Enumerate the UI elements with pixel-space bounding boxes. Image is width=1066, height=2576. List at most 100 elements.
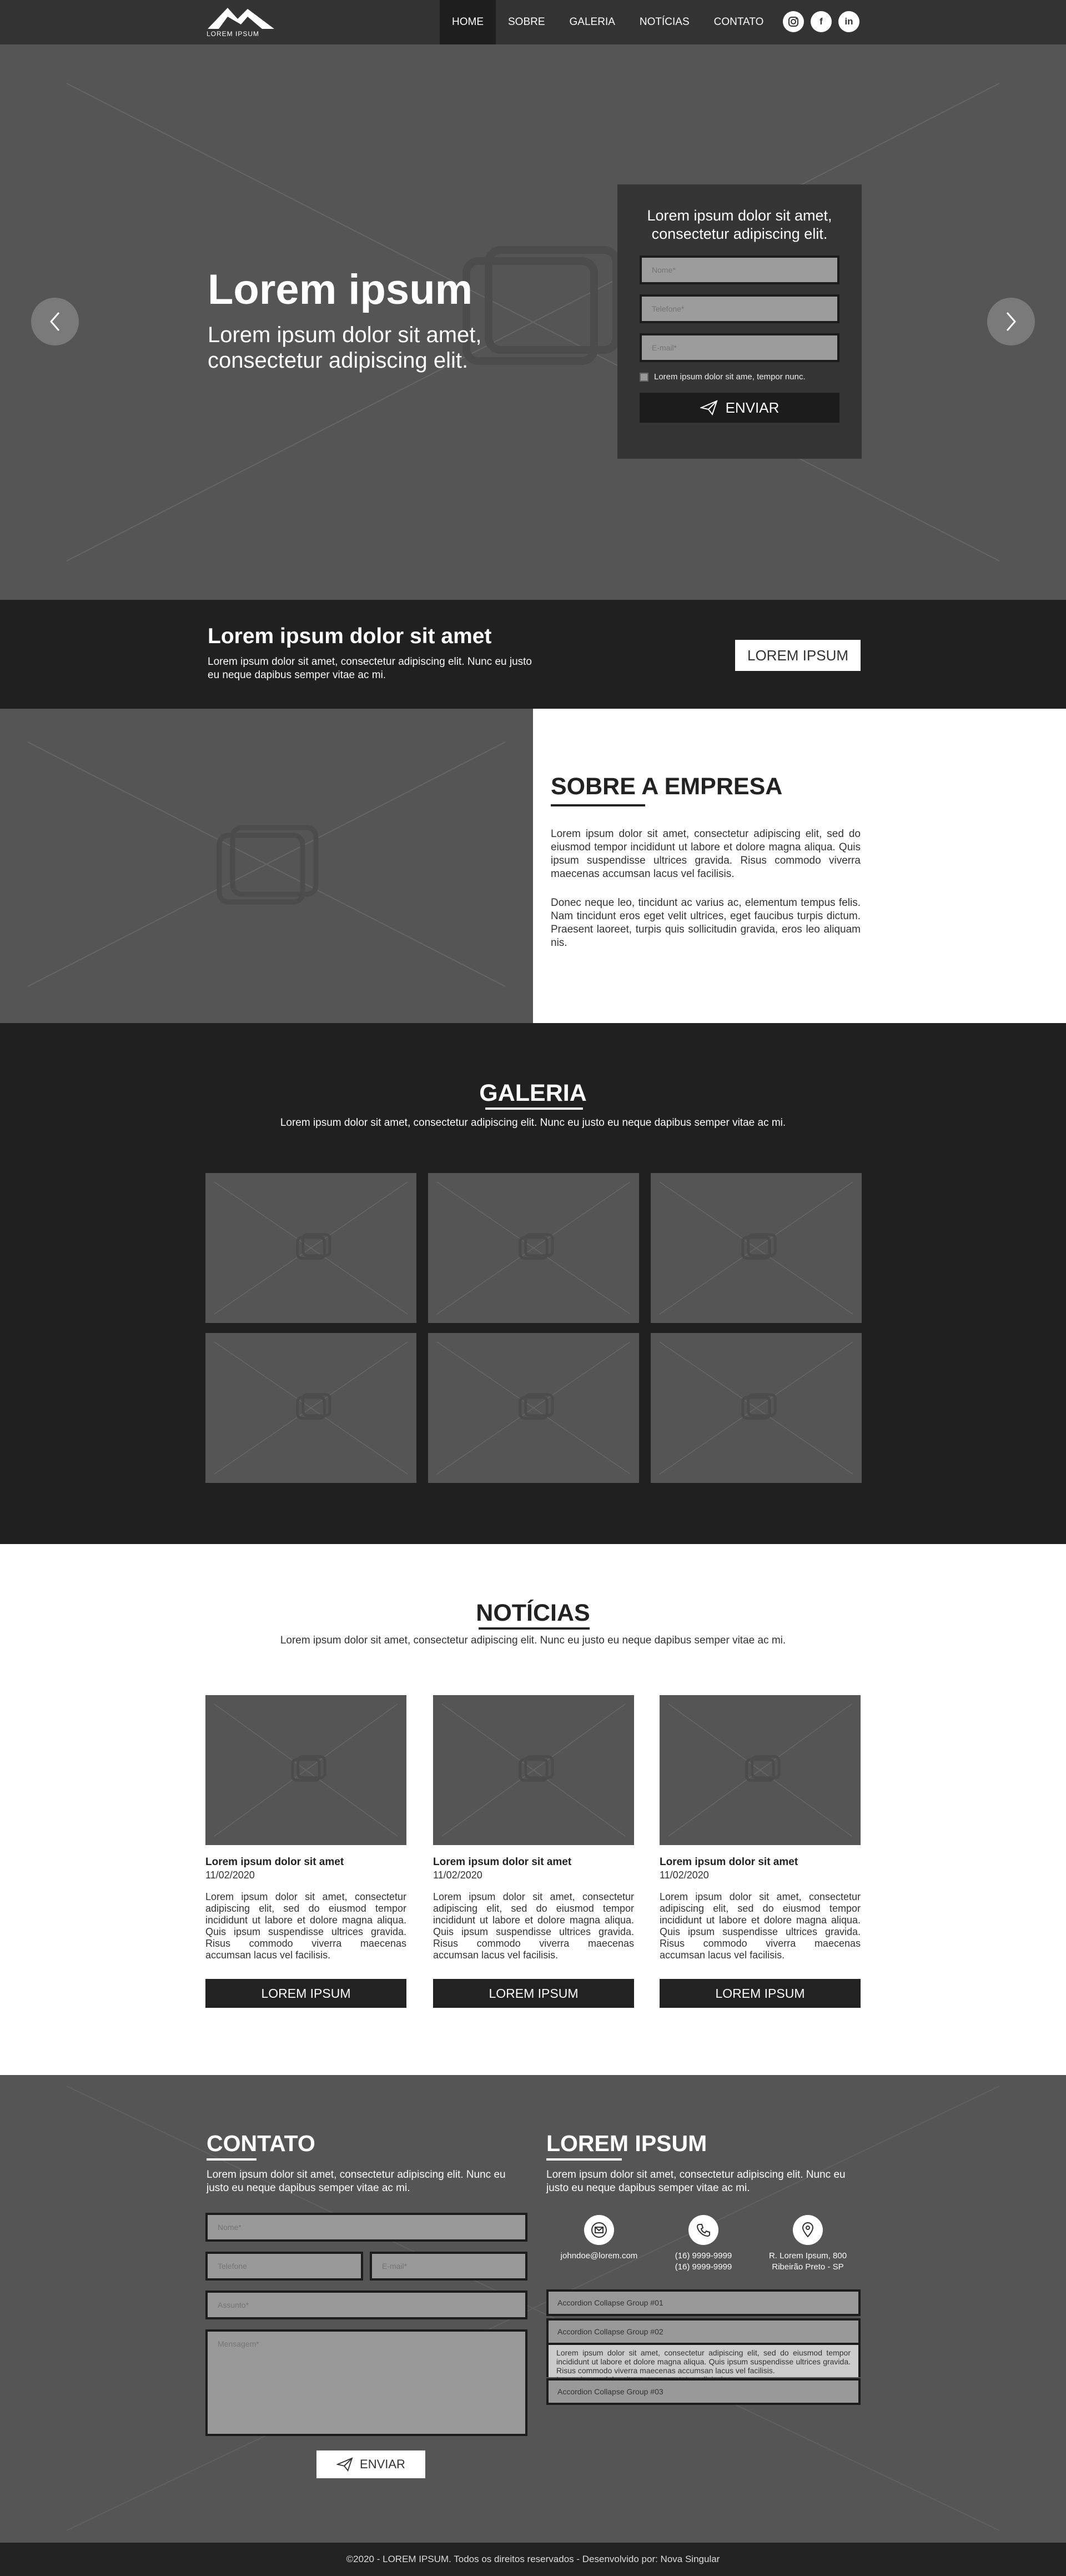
cta-bar: Lorem ipsum dolor sit amet Lorem ipsum d…	[0, 600, 1066, 709]
nav-sobre[interactable]: SOBRE	[496, 0, 557, 44]
contact-title-underline	[207, 2158, 257, 2161]
cta-button[interactable]: LOREM IPSUM	[735, 640, 861, 671]
news-card-title: Lorem ipsum dolor sit amet	[660, 1856, 798, 1868]
phone-icon	[688, 2215, 718, 2245]
hero-form-title: Lorem ipsum dolor sit amet, consectetur …	[647, 207, 832, 242]
news-card-date: 11/02/2020	[660, 1870, 709, 1881]
gallery-title-underline	[485, 1107, 583, 1110]
gallery-item[interactable]	[205, 1173, 416, 1323]
company-subtitle: Lorem ipsum dolor sit amet, consectetur …	[546, 2169, 846, 2194]
company-address-2: Ribeirão Preto - SP	[772, 2262, 844, 2272]
contact-name-input[interactable]	[205, 2213, 527, 2242]
send-icon	[336, 2457, 353, 2472]
send-icon	[700, 400, 718, 415]
company-email[interactable]: johndoe@lorem.com	[552, 2251, 646, 2262]
location-pin-icon	[793, 2215, 823, 2245]
news-card: Lorem ipsum dolor sit amet 11/02/2020 Lo…	[660, 1695, 861, 2008]
nav-home[interactable]: HOME	[440, 0, 496, 44]
main-nav: HOME SOBRE GALERIA NOTÍCIAS CONTATO	[440, 0, 776, 44]
news-card-button[interactable]: LOREM IPSUM	[205, 1979, 406, 2008]
contact-email-input[interactable]	[370, 2252, 527, 2281]
mail-icon	[584, 2215, 614, 2245]
company-title: LOREM IPSUM	[546, 2131, 707, 2156]
accordion-group-2[interactable]: Accordion Collapse Group #02	[546, 2318, 861, 2345]
accordion-group-3[interactable]: Accordion Collapse Group #03	[546, 2378, 861, 2405]
news-card-title: Lorem ipsum dolor sit amet	[433, 1856, 572, 1868]
gallery-subtitle: Lorem ipsum dolor sit amet, consectetur …	[280, 1117, 786, 1129]
company-title-underline	[546, 2158, 622, 2161]
accordion-group-2-body: Lorem ipsum dolor sit amet, consectetur …	[546, 2345, 861, 2384]
facebook-icon[interactable]: f	[811, 11, 832, 32]
contact-title: CONTATO	[207, 2131, 315, 2156]
hero-contact-form: Lorem ipsum dolor sit amet, consectetur …	[617, 184, 862, 459]
news-title: NOTÍCIAS	[476, 1600, 590, 1626]
hero-submit-label: ENVIAR	[725, 399, 780, 416]
news-card-title: Lorem ipsum dolor sit amet	[205, 1856, 344, 1868]
nav-noticias[interactable]: NOTÍCIAS	[627, 0, 702, 44]
contact-submit-label: ENVIAR	[360, 2457, 405, 2471]
contact-section: CONTATO Lorem ipsum dolor sit amet, cons…	[0, 2075, 1066, 2543]
news-image-placeholder[interactable]	[660, 1695, 861, 1845]
news-card-button[interactable]: LOREM IPSUM	[660, 1979, 861, 2008]
news-card: Lorem ipsum dolor sit amet 11/02/2020 Lo…	[433, 1695, 634, 2008]
site-footer: ©2020 - LOREM IPSUM. Todos os direitos r…	[0, 2543, 1066, 2576]
cta-text: Lorem ipsum dolor sit amet, consectetur …	[208, 656, 532, 681]
nav-galeria[interactable]: GALERIA	[557, 0, 627, 44]
social-links: f in	[783, 11, 859, 32]
news-title-underline	[479, 1627, 590, 1630]
news-subtitle: Lorem ipsum dolor sit amet, consectetur …	[280, 1635, 786, 1646]
contact-submit-button[interactable]: ENVIAR	[316, 2450, 425, 2478]
news-card-button[interactable]: LOREM IPSUM	[433, 1979, 634, 2008]
hero-slider: Lorem ipsum Lorem ipsum dolor sit amet, …	[0, 44, 1066, 600]
gallery-item[interactable]	[651, 1173, 862, 1323]
logo[interactable]: LOREM IPSUM	[207, 4, 275, 41]
chevron-left-icon	[50, 312, 60, 331]
gallery-item[interactable]	[428, 1173, 639, 1323]
news-image-placeholder[interactable]	[205, 1695, 406, 1845]
slider-next-button[interactable]	[987, 298, 1035, 345]
contact-message-input[interactable]	[205, 2329, 527, 2436]
contact-subject-input[interactable]	[205, 2291, 527, 2319]
hero-consent-label: Lorem ipsum dolor sit ame, tempor nunc.	[654, 372, 806, 382]
gallery-item[interactable]	[428, 1333, 639, 1483]
about-image-placeholder	[0, 709, 533, 1023]
slider-prev-button[interactable]	[31, 298, 79, 345]
news-card-text: Lorem ipsum dolor sit amet, consectetur …	[660, 1891, 861, 1961]
company-phone-2[interactable]: (16) 9999-9999	[656, 2262, 751, 2273]
company-address-1: R. Lorem Ipsum, 800	[768, 2251, 847, 2261]
about-title: SOBRE A EMPRESA	[551, 773, 783, 800]
gallery-item[interactable]	[651, 1333, 862, 1483]
gallery-item[interactable]	[205, 1333, 416, 1483]
nav-contato[interactable]: CONTATO	[702, 0, 776, 44]
company-phone-1[interactable]: (16) 9999-9999	[656, 2251, 751, 2262]
linkedin-icon[interactable]: in	[838, 11, 859, 32]
hero-subtitle: Lorem ipsum dolor sit amet, consectetur …	[208, 323, 482, 373]
about-paragraph-2: Donec neque leo, tincidunt ac varius ac,…	[551, 897, 861, 949]
contact-phone-input[interactable]	[205, 2252, 363, 2281]
chevron-right-icon	[1006, 312, 1016, 331]
news-section: NOTÍCIAS Lorem ipsum dolor sit amet, con…	[0, 1544, 1066, 2075]
news-card-date: 11/02/2020	[433, 1870, 482, 1881]
footer-copyright: ©2020 - LOREM IPSUM. Todos os direitos r…	[346, 2554, 720, 2564]
logo-text: LOREM IPSUM	[207, 30, 260, 38]
contact-background-placeholder	[0, 2075, 1066, 2543]
about-section: SOBRE A EMPRESA Lorem ipsum dolor sit am…	[0, 709, 1066, 1023]
contact-subtitle: Lorem ipsum dolor sit amet, consectetur …	[207, 2169, 506, 2194]
about-paragraph-1: Lorem ipsum dolor sit amet, consectetur …	[551, 828, 861, 880]
accordion-body-text: Lorem ipsum dolor sit amet, consectetur …	[556, 2348, 851, 2375]
about-title-underline	[551, 804, 645, 806]
news-card-text: Lorem ipsum dolor sit amet, consectetur …	[433, 1891, 634, 1961]
instagram-icon[interactable]	[783, 11, 804, 32]
hero-consent-checkbox[interactable]: Lorem ipsum dolor sit ame, tempor nunc.	[640, 372, 839, 382]
checkbox-icon[interactable]	[640, 372, 648, 382]
hero-email-input[interactable]	[640, 333, 839, 362]
news-card-text: Lorem ipsum dolor sit amet, consectetur …	[205, 1891, 406, 1961]
accordion-group-1[interactable]: Accordion Collapse Group #01	[546, 2289, 861, 2316]
cta-title: Lorem ipsum dolor sit amet	[208, 624, 492, 648]
hero-name-input[interactable]	[640, 255, 839, 284]
hero-title: Lorem ipsum	[208, 266, 473, 313]
news-image-placeholder[interactable]	[433, 1695, 634, 1845]
hero-phone-input[interactable]	[640, 294, 839, 323]
hero-submit-button[interactable]: ENVIAR	[640, 393, 839, 423]
site-header: LOREM IPSUM HOME SOBRE GALERIA NOTÍCIAS …	[0, 0, 1066, 44]
